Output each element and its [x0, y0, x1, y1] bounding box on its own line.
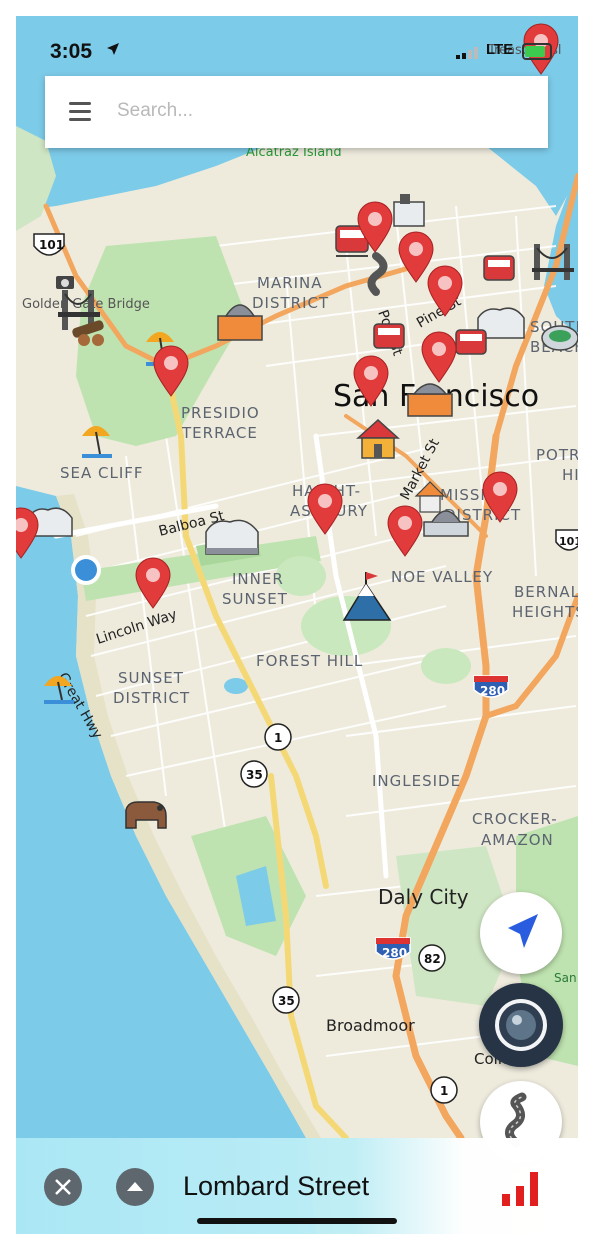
route-35-shield: 35: [272, 986, 300, 1014]
svg-text:280: 280: [480, 684, 505, 698]
network-type: LTE: [486, 41, 514, 58]
map-label: AMAZON: [481, 831, 554, 849]
route-1-shield: 1: [430, 1076, 458, 1104]
navigation-arrow-icon: [508, 914, 538, 948]
svg-text:1: 1: [274, 731, 282, 745]
map-label: POTRERO: [536, 446, 578, 464]
cable-car-icon[interactable]: [483, 255, 515, 281]
battery-icon: [522, 43, 552, 60]
place-info-bar[interactable]: Lombard Street: [16, 1138, 578, 1234]
svg-text:35: 35: [278, 994, 295, 1008]
search-input[interactable]: Search...: [117, 100, 193, 122]
svg-text:1: 1: [440, 1084, 448, 1098]
current-location-dot: [71, 555, 101, 585]
navigate-button[interactable]: [480, 892, 562, 974]
map-label: BERNAL: [514, 583, 578, 601]
map-label: PRESIDIO: [181, 404, 260, 422]
svg-text:82: 82: [424, 952, 441, 966]
i-280-shield: 280: [473, 675, 509, 698]
town-label: Broadmoor: [326, 1016, 415, 1035]
map-label: DISTRICT: [113, 689, 190, 707]
us-101-shield: 101: [33, 233, 65, 256]
concert-hall-icon[interactable]: [205, 519, 259, 555]
map-label: SUNSET: [222, 590, 288, 608]
cable-car-icon[interactable]: [373, 323, 405, 349]
map-label: DISTRICT: [252, 294, 329, 312]
close-button[interactable]: [44, 1168, 82, 1206]
status-time: 3:05: [50, 40, 93, 63]
place-title[interactable]: Lombard Street: [183, 1171, 369, 1202]
us-101-shield: 101: [555, 529, 578, 551]
cable-car-icon[interactable]: [455, 329, 487, 355]
map-label: MARINA: [257, 274, 323, 292]
map-label: SUNSET: [118, 669, 184, 687]
chevron-up-icon: [127, 1182, 143, 1191]
map-label: HEIGHTS: [512, 603, 578, 621]
home-indicator[interactable]: [197, 1218, 397, 1224]
app-screen: MARINA DISTRICT PRESIDIO TERRACE SEA CLI…: [16, 16, 578, 1234]
map-label: CROCKER-: [472, 810, 558, 828]
hamburger-menu-icon[interactable]: [69, 102, 91, 121]
expand-button[interactable]: [116, 1168, 154, 1206]
svg-text:101: 101: [39, 238, 64, 252]
route-1-shield: 1: [264, 723, 292, 751]
map-label: INNER: [232, 570, 284, 588]
location-arrow-icon: [107, 43, 119, 55]
svg-text:280: 280: [382, 946, 407, 960]
camera-poi-icon[interactable]: [56, 276, 74, 289]
svg-text:35: 35: [246, 768, 263, 782]
map-label: HILL: [562, 466, 578, 484]
status-bar: 3:05 LTE: [16, 16, 578, 72]
camera-lens-icon: [495, 999, 547, 1051]
camera-button[interactable]: [479, 983, 563, 1067]
map-label: FOREST HILL: [256, 652, 363, 670]
svg-text:101: 101: [559, 535, 578, 548]
map-label: INGLESIDE: [372, 772, 461, 790]
bar-chart-icon[interactable]: [502, 1172, 542, 1206]
stadium-icon[interactable]: [541, 325, 578, 351]
cellular-signal-icon: [456, 47, 478, 59]
map-label: TERRACE: [181, 424, 258, 442]
route-82-shield: 82: [418, 944, 446, 972]
route-35-shield: 35: [240, 760, 268, 788]
map-label: NOE VALLEY: [391, 568, 493, 586]
map-label: SEA CLIFF: [60, 464, 144, 482]
search-bar[interactable]: Search...: [45, 76, 548, 148]
close-icon: [55, 1179, 71, 1195]
i-280-shield: 280: [375, 937, 411, 960]
town-label: Daly City: [378, 885, 469, 909]
